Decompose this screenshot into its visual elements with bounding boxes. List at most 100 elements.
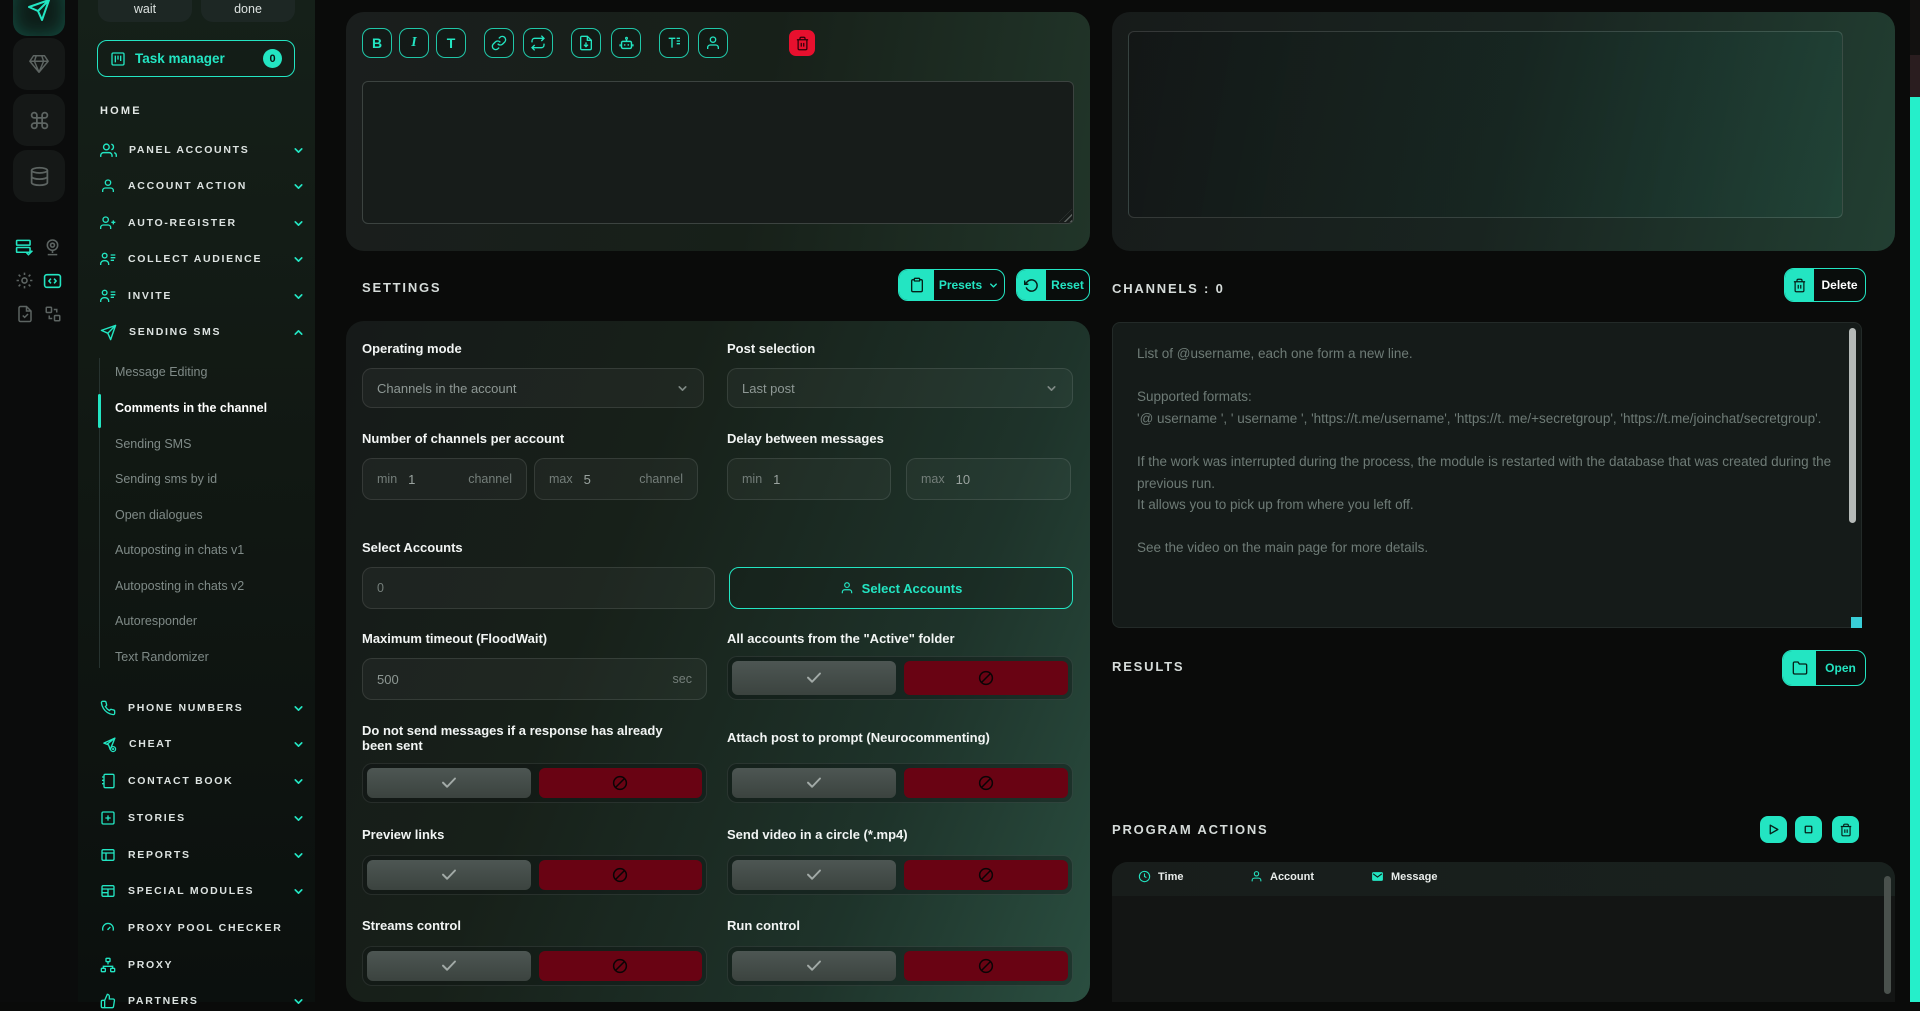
subitem-text-randomizer[interactable]: Text Randomizer [115, 650, 209, 668]
active-folder-toggle[interactable] [727, 656, 1073, 700]
toggle-no-option[interactable] [539, 860, 703, 890]
sidebar-item-contact-book[interactable]: CONTACT BOOK [100, 771, 305, 791]
toggle-yes-option[interactable] [367, 860, 531, 890]
folder-icon [1783, 651, 1816, 685]
repeat-button[interactable] [523, 28, 553, 58]
mention-user-button[interactable] [698, 28, 728, 58]
sidebar-item-auto-register[interactable]: AUTO-REGISTER [100, 213, 305, 233]
toggle-yes-option[interactable] [732, 768, 896, 798]
subitem-open-dialogues[interactable]: Open dialogues [115, 508, 203, 526]
operating-mode-select[interactable]: Channels in the account [362, 368, 704, 408]
sidebar-item-panel-accounts[interactable]: PANEL ACCOUNTS [100, 140, 305, 160]
channels-resize-handle[interactable] [1851, 617, 1862, 628]
gear-icon[interactable] [15, 271, 34, 290]
subitem-autoposting-v2[interactable]: Autoposting in chats v2 [115, 579, 244, 597]
swap-icon[interactable] [43, 304, 62, 323]
sidebar-item-special-modules[interactable]: SPECIAL MODULES [100, 881, 305, 901]
streams-control-toggle[interactable] [362, 946, 707, 986]
premium-button[interactable] [13, 38, 65, 90]
preview-box[interactable] [1128, 31, 1843, 218]
stop-button[interactable] [1795, 816, 1822, 843]
toggle-yes-option[interactable] [732, 661, 896, 695]
channels-per-account-label: Number of channels per account [362, 431, 564, 446]
subitem-comments-in-the-channel[interactable]: Comments in the channel [115, 401, 267, 419]
subitem-autoresponder[interactable]: Autoresponder [115, 614, 197, 632]
delete-channels-button[interactable]: Delete [1784, 268, 1866, 302]
toggle-no-option[interactable] [539, 951, 703, 981]
preview-links-toggle[interactable] [362, 855, 707, 895]
text-template-button[interactable] [659, 28, 689, 58]
text-style-button[interactable]: T [436, 28, 466, 58]
sidebar-item-proxy-pool-checker[interactable]: PROXY POOL CHECKER [100, 918, 305, 938]
message-input[interactable] [362, 81, 1074, 224]
toggle-no-option[interactable] [539, 768, 703, 798]
toggle-no-option[interactable] [904, 951, 1068, 981]
video-circle-toggle[interactable] [727, 855, 1073, 895]
presets-button[interactable]: Presets [898, 269, 1005, 301]
channels-scrollbar[interactable] [1849, 328, 1856, 523]
delay-min-input[interactable]: min 1 [727, 458, 891, 500]
attach-post-toggle[interactable] [727, 763, 1073, 803]
toggle-yes-option[interactable] [732, 860, 896, 890]
sidebar-item-cheat[interactable]: CHEAT [100, 734, 305, 754]
play-button[interactable] [1760, 816, 1787, 843]
post-selection-select[interactable]: Last post [727, 368, 1073, 408]
delay-max-input[interactable]: max 10 [906, 458, 1071, 500]
webcam-icon[interactable] [43, 238, 62, 257]
max-timeout-input[interactable]: 500 sec [362, 658, 707, 700]
task-manager-button[interactable]: Task manager 0 [97, 40, 295, 77]
rotate-ccw-icon [1017, 270, 1046, 300]
clear-log-button[interactable] [1832, 816, 1859, 843]
accounts-count-input[interactable]: 0 [362, 567, 715, 609]
open-results-button[interactable]: Open [1782, 650, 1866, 686]
channels-input[interactable]: List of @username, each one form a new l… [1112, 322, 1862, 628]
task-manager-icon [110, 51, 126, 67]
wait-button[interactable]: wait [98, 0, 192, 22]
program-actions-title: PROGRAM ACTIONS [1112, 822, 1269, 837]
clear-message-button[interactable] [789, 30, 815, 56]
toggle-yes-option[interactable] [732, 951, 896, 981]
sidebar-item-collect-audience[interactable]: COLLECT AUDIENCE [100, 249, 305, 269]
toggle-yes-option[interactable] [367, 768, 531, 798]
link-button[interactable] [484, 28, 514, 58]
bot-button[interactable] [611, 28, 641, 58]
sidebar-item-proxy[interactable]: PROXY [100, 955, 305, 975]
document-check-icon[interactable] [15, 304, 34, 323]
subitem-sending-sms[interactable]: Sending SMS [115, 437, 191, 455]
check-icon [440, 774, 458, 792]
command-button[interactable] [13, 94, 65, 146]
server-check-icon[interactable] [15, 238, 34, 257]
actions-table-scrollbar[interactable] [1884, 876, 1891, 994]
subitem-sending-sms-by-id[interactable]: Sending sms by id [115, 472, 217, 490]
sidebar-item-home[interactable]: HOME [100, 105, 142, 117]
no-resend-toggle[interactable] [362, 763, 707, 803]
sidebar-item-sending-sms[interactable]: SENDING SMS [100, 322, 305, 342]
sidebar-item-account-action[interactable]: ACCOUNT ACTION [100, 176, 305, 196]
check-icon [805, 866, 823, 884]
select-accounts-button[interactable]: Select Accounts [729, 567, 1073, 609]
italic-button[interactable]: I [399, 28, 429, 58]
subitem-autoposting-v1[interactable]: Autoposting in chats v1 [115, 543, 244, 561]
done-button[interactable]: done [201, 0, 295, 22]
toggle-no-option[interactable] [904, 860, 1068, 890]
sidebar-item-phone-numbers[interactable]: PHONE NUMBERS [100, 698, 305, 718]
toggle-no-option[interactable] [904, 661, 1068, 695]
sidebar-item-reports[interactable]: REPORTS [100, 845, 305, 865]
sidebar-item-partners[interactable]: PARTNERS [100, 991, 305, 1011]
toggle-no-option[interactable] [904, 768, 1068, 798]
bold-button[interactable]: B [362, 28, 392, 58]
channels-min-input[interactable]: min 1 channel [362, 458, 527, 500]
scrollbar-thumb[interactable] [1910, 97, 1920, 1002]
code-window-icon[interactable] [43, 271, 62, 290]
app-home-button[interactable] [13, 0, 65, 36]
page-scrollbar[interactable] [1910, 0, 1920, 1002]
subitem-message-editing[interactable]: Message Editing [115, 365, 207, 383]
toggle-yes-option[interactable] [367, 951, 531, 981]
run-control-toggle[interactable] [727, 946, 1073, 986]
database-button[interactable] [13, 150, 65, 202]
sidebar-item-stories[interactable]: STORIES [100, 808, 305, 828]
sidebar-item-invite[interactable]: INVITE [100, 286, 305, 306]
file-insert-button[interactable] [571, 28, 601, 58]
reset-button[interactable]: Reset [1016, 269, 1090, 301]
channels-max-input[interactable]: max 5 channel [534, 458, 698, 500]
